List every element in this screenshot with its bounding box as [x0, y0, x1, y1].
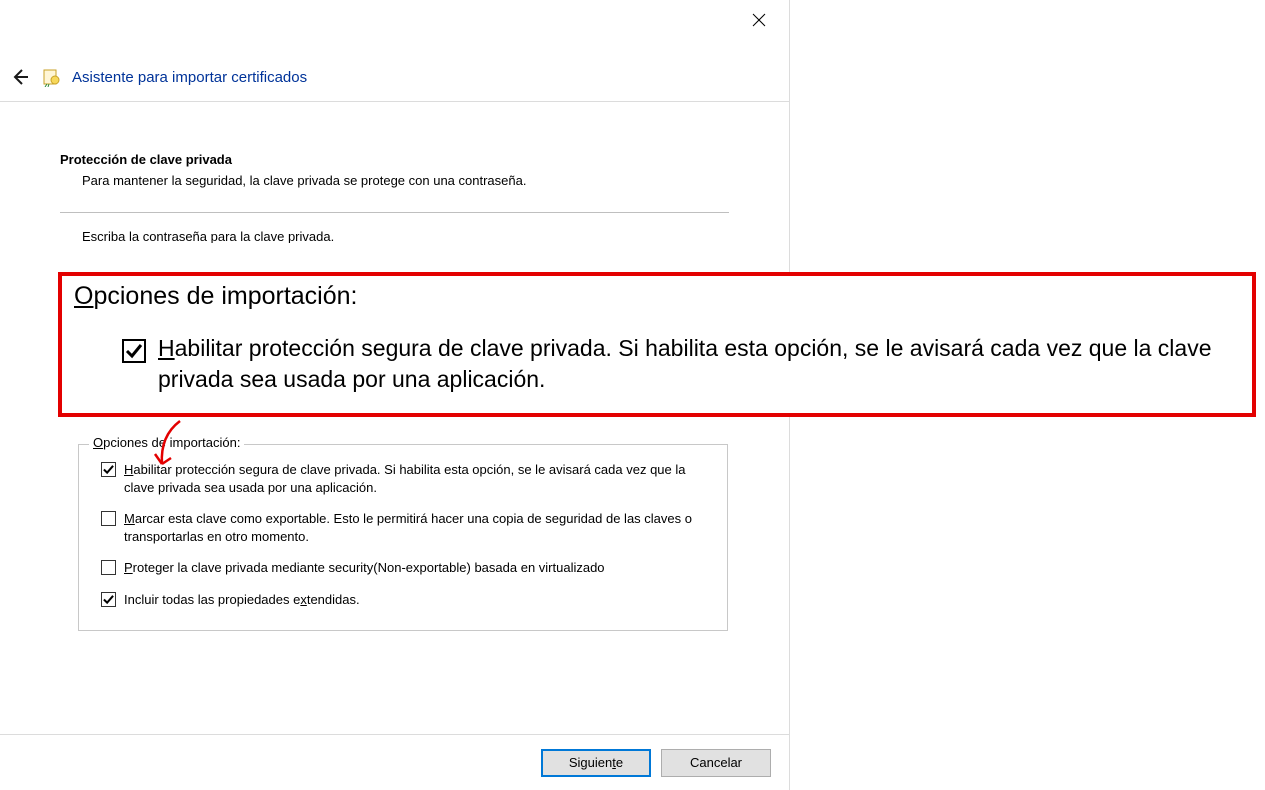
option-protect-non-exportable[interactable]: Proteger la clave privada mediante secur… — [101, 559, 705, 577]
close-icon — [752, 13, 766, 27]
callout-checkbox-icon — [122, 339, 146, 363]
header-row: Asistente para importar certificados — [0, 40, 789, 102]
next-button[interactable]: Siguiente — [541, 749, 651, 777]
option-mark-exportable[interactable]: Marcar esta clave como exportable. Esto … — [101, 510, 705, 545]
checkbox-protect-non-exportable[interactable] — [101, 560, 116, 575]
checkbox-strong-protection[interactable] — [101, 462, 116, 477]
password-prompt-truncated: Escriba la contraseña para la clave priv… — [60, 229, 729, 243]
import-options-group: Opciones de importación: Habilitar prote… — [78, 444, 728, 631]
close-button[interactable] — [744, 5, 774, 35]
group-legend: Opciones de importación: — [89, 435, 244, 450]
annotation-callout: Opciones de importación: Habilitar prote… — [58, 272, 1256, 417]
cancel-button[interactable]: Cancelar — [661, 749, 771, 777]
certificate-icon — [42, 67, 62, 87]
footer: Siguiente Cancelar — [0, 734, 789, 790]
wizard-title: Asistente para importar certificados — [72, 69, 307, 86]
back-button[interactable] — [8, 65, 32, 89]
callout-option-row: Habilitar protección segura de clave pri… — [74, 333, 1240, 395]
section-title: Protección de clave privada — [60, 152, 729, 167]
option-strong-protection[interactable]: Habilitar protección segura de clave pri… — [101, 461, 705, 496]
checkbox-mark-exportable[interactable] — [101, 511, 116, 526]
option-label: Proteger la clave privada mediante secur… — [124, 559, 605, 577]
option-label: Incluir todas las propiedades extendidas… — [124, 591, 360, 609]
callout-title: Opciones de importación: — [74, 282, 1240, 311]
option-label: Marcar esta clave como exportable. Esto … — [124, 510, 705, 545]
option-include-extended[interactable]: Incluir todas las propiedades extendidas… — [101, 591, 705, 609]
checkbox-include-extended[interactable] — [101, 592, 116, 607]
section-description: Para mantener la seguridad, la clave pri… — [60, 173, 729, 188]
option-label: Habilitar protección segura de clave pri… — [124, 461, 705, 496]
callout-option-text: Habilitar protección segura de clave pri… — [158, 333, 1240, 395]
title-bar — [0, 0, 789, 40]
back-arrow-icon — [11, 68, 29, 86]
divider — [60, 212, 729, 213]
content-area: Protección de clave privada Para mantene… — [0, 102, 789, 243]
